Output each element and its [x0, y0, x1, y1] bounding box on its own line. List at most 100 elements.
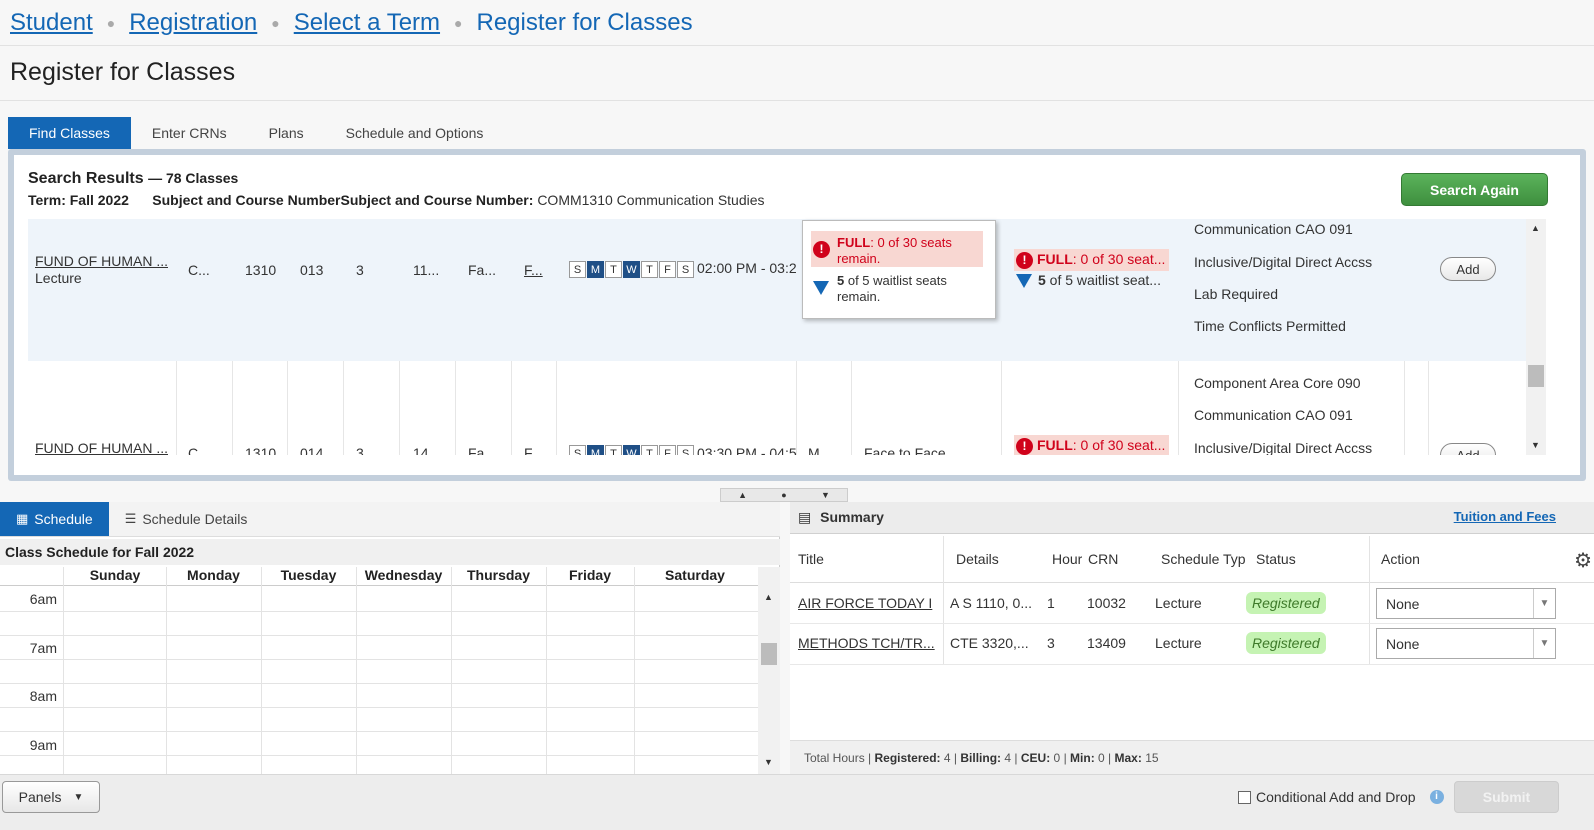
attribute: Time Conflicts Permitted	[1194, 318, 1346, 334]
waitlist-text: of 5 waitlist seat...	[1045, 272, 1161, 288]
grid-line	[0, 683, 758, 684]
column-header: CRN	[1088, 551, 1119, 567]
collapse-down-icon[interactable]: ▼	[821, 490, 830, 500]
total-hours-label: Total Hours	[804, 751, 865, 765]
breadcrumb-registration[interactable]: Registration	[129, 9, 257, 37]
conditional-add-drop[interactable]: Conditional Add and Drop i	[1238, 789, 1444, 805]
grid-line	[0, 635, 758, 636]
grid-line	[634, 567, 635, 774]
scroll-down-icon[interactable]: ▼	[1531, 440, 1540, 450]
schedule-title: Class Schedule for Fall 2022	[0, 539, 780, 565]
ceu-value: 0	[1053, 751, 1061, 765]
grid-line	[0, 707, 758, 708]
calendar-scrollbar[interactable]: ▲ ▼	[758, 567, 780, 774]
divider	[0, 45, 1594, 46]
action-select-value: None	[1386, 596, 1420, 612]
term-value: Fall 2022	[69, 192, 129, 208]
page-title: Register for Classes	[10, 58, 236, 86]
column-divider	[511, 361, 512, 455]
tuition-fees-link[interactable]: Tuition and Fees	[1454, 509, 1556, 524]
instructor-link[interactable]: F...	[524, 262, 543, 278]
breadcrumb-current: Register for Classes	[476, 9, 693, 36]
grid-line	[63, 567, 64, 774]
collapse-up-icon[interactable]: ▲	[738, 490, 747, 500]
table-row[interactable]: FUND OF HUMAN ... C 1310 014 3 14 Fa F S…	[28, 361, 1526, 455]
search-results-panel: Search Results — 78 Classes Term: Fall 2…	[8, 149, 1586, 481]
tooltip-seats: ! FULL: 0 of 30 seats remain.	[813, 235, 983, 267]
day-wednesday: W	[623, 445, 640, 455]
hours-cell: 3	[356, 262, 364, 278]
day-header-friday: Friday	[568, 567, 611, 583]
section-cell: 014	[300, 445, 324, 455]
crn-cell: 11...	[413, 262, 440, 278]
meeting-days: S M T W T F S	[569, 261, 695, 278]
results-scrollbar[interactable]: ▲ ▼	[1526, 219, 1546, 455]
divider	[790, 664, 1594, 665]
submit-button[interactable]: Submit	[1454, 781, 1559, 813]
list-icon: ☰	[124, 511, 137, 526]
tab-enter-crns[interactable]: Enter CRNs	[131, 117, 248, 149]
alert-icon: !	[1016, 251, 1033, 269]
column-divider	[455, 361, 456, 455]
grid-line	[356, 567, 357, 774]
column-header: Schedule Typ	[1161, 551, 1246, 567]
seats-remaining: : 0 of 30 seat...	[1072, 437, 1166, 453]
action-select[interactable]: None ▼	[1376, 628, 1556, 659]
chevron-down-icon: ▼	[73, 791, 84, 803]
instruction-method: Face to Face	[864, 445, 946, 455]
center-dot-icon[interactable]: ●	[781, 490, 786, 500]
registered-value: 4	[943, 751, 951, 765]
instructor-link[interactable]: F	[524, 445, 533, 455]
panel-splitter[interactable]: ▲ ● ▼	[720, 488, 848, 502]
tab-schedule-details[interactable]: ☰ Schedule Details	[109, 502, 264, 536]
table-row[interactable]: FUND OF HUMAN ... Lecture C... 1310 013 …	[28, 219, 1526, 361]
tab-schedule[interactable]: ▦ Schedule	[0, 502, 109, 536]
billing-value: 4	[1004, 751, 1012, 765]
conditional-checkbox[interactable]	[1238, 790, 1251, 804]
gear-icon[interactable]: ⚙	[1574, 548, 1592, 573]
scroll-up-icon[interactable]: ▲	[764, 592, 773, 602]
column-divider	[343, 361, 344, 455]
info-icon[interactable]: i	[1429, 790, 1444, 804]
tooltip-waitlist: 5 of 5 waitlist seats remain.	[813, 273, 983, 305]
time-label: 8am	[29, 688, 57, 704]
tab-find-classes[interactable]: Find Classes	[8, 117, 131, 149]
breadcrumb-student[interactable]: Student	[10, 9, 93, 37]
search-again-button[interactable]: Search Again	[1401, 173, 1548, 206]
scroll-down-icon[interactable]: ▼	[764, 757, 773, 767]
min-label: Min:	[1070, 751, 1095, 765]
column-header: Hour	[1052, 551, 1082, 567]
panels-button[interactable]: Panels ▼	[2, 781, 100, 813]
scrollbar-thumb[interactable]	[1528, 365, 1544, 387]
crn-cell: 13409	[1087, 635, 1126, 651]
max-value: 15	[1145, 751, 1159, 765]
subject-cell: C	[188, 445, 199, 455]
breadcrumb-select-term[interactable]: Select a Term	[294, 9, 440, 37]
scroll-up-icon[interactable]: ▲	[1531, 223, 1540, 233]
seat-status-tooltip: ! FULL: 0 of 30 seats remain. 5 of 5 wai…	[802, 220, 996, 319]
panels-label: Panels	[18, 789, 62, 805]
grid-line	[0, 659, 758, 660]
day-monday: M	[587, 261, 604, 278]
tab-plans[interactable]: Plans	[248, 117, 325, 149]
tab-schedule-options[interactable]: Schedule and Options	[325, 117, 505, 149]
seats-remaining: : 0 of 30 seat...	[1072, 251, 1166, 267]
column-divider	[943, 536, 944, 664]
course-title-link[interactable]: METHODS TCH/TR...	[798, 635, 935, 651]
course-title-link[interactable]: AIR FORCE TODAY I	[798, 595, 932, 611]
search-criteria: Term: Fall 2022 Subject and Course Numbe…	[28, 192, 765, 208]
summary-title: Summary	[820, 509, 884, 525]
column-header: Action	[1381, 551, 1420, 567]
day-thursday: T	[641, 261, 658, 278]
add-button[interactable]: Add	[1440, 257, 1496, 281]
add-button[interactable]: Add	[1440, 443, 1496, 455]
action-select[interactable]: None ▼	[1376, 588, 1556, 619]
day-header-tuesday: Tuesday	[280, 567, 337, 583]
scrollbar-thumb[interactable]	[761, 643, 777, 665]
column-divider	[1428, 361, 1429, 455]
seat-status: ! FULL: 0 of 30 seat...	[1014, 249, 1170, 271]
course-number-cell: 1310	[245, 262, 277, 278]
column-divider	[1369, 536, 1370, 664]
course-title-link[interactable]: FUND OF HUMAN ...	[35, 253, 168, 269]
course-title-link[interactable]: FUND OF HUMAN ...	[35, 440, 168, 455]
